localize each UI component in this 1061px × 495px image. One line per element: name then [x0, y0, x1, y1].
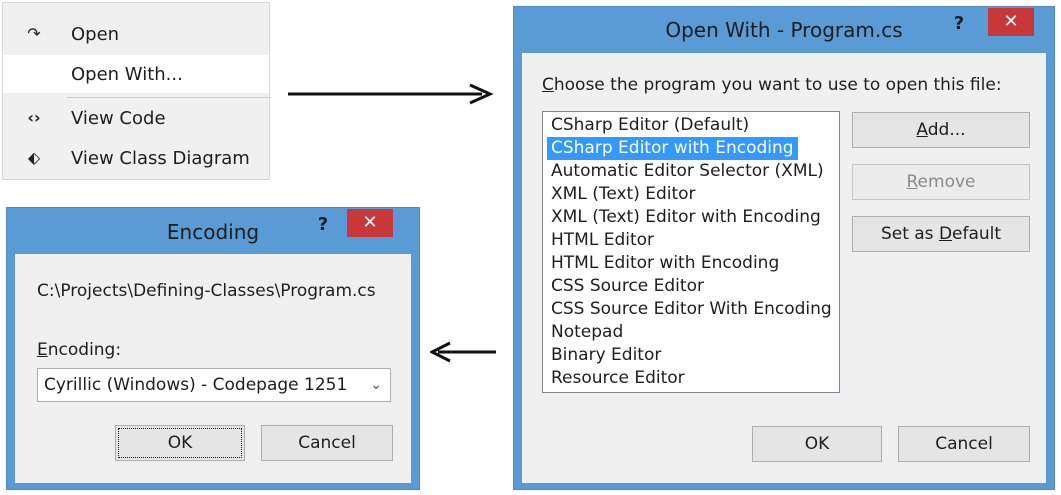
list-item[interactable]: HTML Editor: [547, 229, 658, 252]
open-with-dialog: Open With - Program.cs ? ✕ Choose the pr…: [513, 6, 1055, 490]
chevron-down-icon: ⌄: [370, 377, 382, 393]
prompt-label: Choose the program you want to use to op…: [542, 75, 1002, 95]
list-item[interactable]: CSS Source Editor: [547, 275, 708, 298]
ok-button[interactable]: OK: [115, 425, 245, 461]
menu-item-open[interactable]: ↷ Open: [3, 15, 269, 53]
encoding-dialog: Encoding ? ✕ C:\Projects\Defining-Classe…: [6, 207, 420, 490]
set-as-default-button[interactable]: Set as Default: [852, 216, 1030, 252]
list-item[interactable]: CSS Source Editor With Encoding: [547, 298, 836, 321]
class-diagram-icon: ⬖: [27, 148, 41, 167]
dialog-client: Choose the program you want to use to op…: [522, 53, 1046, 483]
help-button[interactable]: ?: [313, 214, 333, 238]
list-item[interactable]: HTML Editor with Encoding: [547, 252, 783, 275]
list-item[interactable]: XML (Text) Editor with Encoding: [547, 206, 825, 229]
list-item-selected[interactable]: CSharp Editor with Encoding: [547, 137, 798, 160]
file-path-label: C:\Projects\Defining-Classes\Program.cs: [37, 281, 376, 301]
close-button[interactable]: ✕: [988, 8, 1034, 36]
list-item[interactable]: Resource Editor: [547, 367, 689, 390]
menu-item-open-with[interactable]: Open With...: [3, 55, 269, 93]
menu-item-label: Open With...: [71, 64, 183, 85]
list-item[interactable]: Binary Editor: [547, 344, 665, 367]
remove-button[interactable]: Remove: [852, 164, 1030, 200]
encoding-select[interactable]: Cyrillic (Windows) - Codepage 1251 ⌄: [37, 368, 391, 402]
left-arrow-icon: [430, 341, 496, 363]
redo-arrow-icon: ↷: [27, 24, 41, 43]
menu-separator: [67, 97, 271, 98]
list-item[interactable]: Notepad: [547, 321, 627, 344]
ok-button[interactable]: OK: [752, 426, 882, 462]
dialog-client: C:\Projects\Defining-Classes\Program.cs …: [15, 254, 411, 483]
help-button[interactable]: ?: [949, 13, 969, 37]
menu-item-label: View Code: [71, 108, 166, 129]
menu-item-label: Open: [71, 24, 120, 45]
cancel-button[interactable]: Cancel: [261, 425, 393, 461]
menu-item-view-class-diagram[interactable]: ⬖ View Class Diagram: [3, 139, 269, 177]
close-button[interactable]: ✕: [347, 209, 393, 237]
encoding-select-value: Cyrillic (Windows) - Codepage 1251: [44, 375, 348, 395]
list-item[interactable]: CSharp Editor (Default): [547, 114, 753, 137]
menu-item-label: View Class Diagram: [71, 148, 250, 169]
right-arrow-icon: [288, 83, 494, 105]
list-item[interactable]: XML (Text) Editor: [547, 183, 700, 206]
add-button[interactable]: Add...: [852, 112, 1030, 148]
dialog-title: Open With - Program.cs: [665, 18, 903, 42]
code-brackets-icon: ‹›: [27, 108, 41, 127]
menu-item-view-code[interactable]: ‹› View Code: [3, 99, 269, 137]
context-menu: ↷ Open Open With... ‹› View Code ⬖ View …: [2, 2, 271, 180]
encoding-label: Encoding:: [37, 340, 122, 360]
program-list[interactable]: CSharp Editor (Default) CSharp Editor wi…: [542, 111, 840, 393]
cancel-button[interactable]: Cancel: [898, 426, 1030, 462]
list-item[interactable]: Automatic Editor Selector (XML): [547, 160, 828, 183]
